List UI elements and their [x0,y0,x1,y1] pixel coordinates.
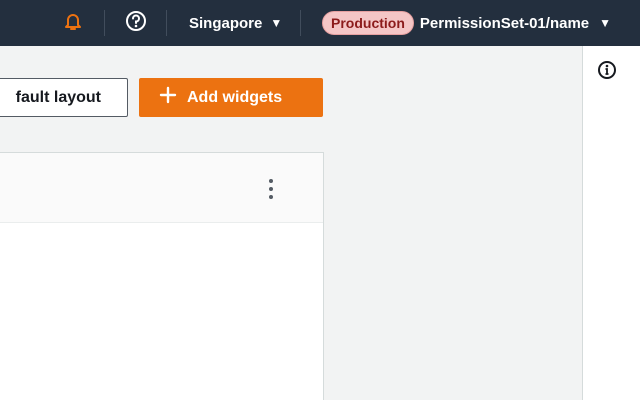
vertical-dots-icon [269,195,273,199]
info-panel-toggle[interactable] [597,60,617,85]
add-widgets-button[interactable]: Add widgets [139,78,323,117]
bell-icon [63,11,83,36]
reset-layout-label: fault layout [15,88,101,106]
region-selector[interactable]: Singapore ▼ [189,0,282,46]
info-icon [597,60,617,85]
dashboard-widget [0,152,324,400]
right-side-panel [582,46,640,400]
caret-down-icon: ▼ [599,16,612,30]
vertical-dots-icon [269,179,273,183]
help-button[interactable] [124,0,148,46]
region-label: Singapore [189,14,263,32]
divider [104,10,105,36]
widget-header [0,153,323,223]
account-menu[interactable]: Production PermissionSet-01/name ▼ [322,0,611,46]
widget-actions-button[interactable] [261,177,281,201]
plus-icon [159,86,177,109]
notifications-button[interactable] [60,0,86,46]
caret-down-icon: ▼ [270,16,283,30]
divider [166,10,167,36]
environment-badge: Production [322,11,414,35]
reset-layout-button[interactable]: fault layout [0,78,128,117]
top-navigation-bar: Singapore ▼ Production PermissionSet-01/… [0,0,640,46]
divider [300,10,301,36]
vertical-dots-icon [269,187,273,191]
account-name: PermissionSet-01/name [419,14,590,32]
add-widgets-label: Add widgets [187,88,283,106]
help-circle-icon [125,10,147,37]
